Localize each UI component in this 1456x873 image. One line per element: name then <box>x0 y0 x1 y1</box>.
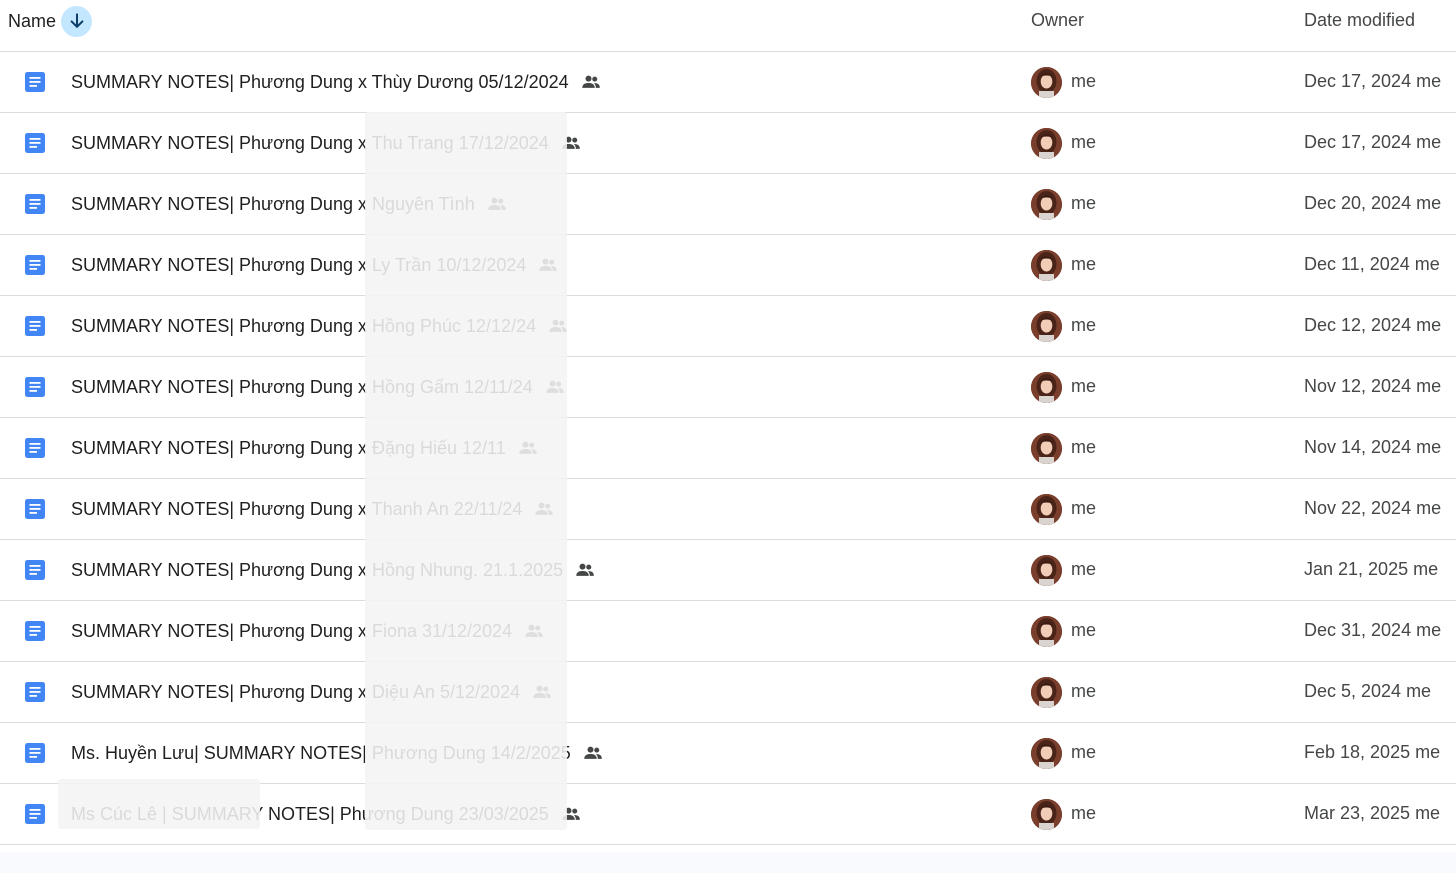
owner-avatar[interactable] <box>1031 616 1062 647</box>
people-icon <box>584 746 602 759</box>
date-modified: Nov 12, 2024 me <box>1304 376 1442 396</box>
date-modified: Mar 23, 2025 me <box>1304 803 1441 823</box>
sort-direction-button[interactable] <box>61 5 93 37</box>
file-row[interactable]: SUMMARY NOTES| Phương Dung x Đặng Hiếu 1… <box>0 418 1456 479</box>
owner-avatar[interactable] <box>1031 555 1062 586</box>
owner-avatar[interactable] <box>1031 189 1062 220</box>
column-header-name[interactable]: Name <box>8 5 93 37</box>
date-modified: Dec 12, 2024 me <box>1304 315 1442 335</box>
google-docs-icon <box>25 804 45 824</box>
file-name: SUMMARY NOTES| Phương Dung x Thùy Dương … <box>71 71 569 92</box>
owner-name: me <box>1071 681 1097 701</box>
owner-avatar[interactable] <box>1031 433 1062 464</box>
file-row[interactable]: SUMMARY NOTES| Phương Dung x Hồng Gấm 12… <box>0 357 1456 418</box>
google-docs-icon <box>25 621 45 641</box>
avatar-photo <box>1031 433 1062 464</box>
avatar-photo <box>1031 372 1062 403</box>
google-docs-icon <box>25 194 45 214</box>
owner-name: me <box>1071 742 1097 762</box>
file-row[interactable]: SUMMARY NOTES| Phương Dung x Ly Trần 10/… <box>0 235 1456 296</box>
avatar-photo <box>1031 189 1062 220</box>
avatar-photo <box>1031 738 1062 769</box>
column-header-owner[interactable]: Owner <box>1031 10 1084 31</box>
redaction-overlay <box>365 112 567 830</box>
people-icon <box>576 563 594 576</box>
owner-avatar[interactable] <box>1031 494 1062 525</box>
avatar-photo <box>1031 616 1062 647</box>
file-row[interactable]: SUMMARY NOTES| Phương Dung x Hồng Phúc 1… <box>0 296 1456 357</box>
date-modified: Dec 17, 2024 me <box>1304 71 1442 91</box>
owner-name: me <box>1071 193 1097 213</box>
list-bottom-edge <box>0 852 1456 873</box>
owner-name: me <box>1071 254 1097 274</box>
avatar-photo <box>1031 677 1062 708</box>
owner-name: me <box>1071 559 1097 579</box>
google-docs-icon <box>25 499 45 519</box>
owner-avatar[interactable] <box>1031 67 1062 98</box>
date-modified: Nov 22, 2024 me <box>1304 498 1442 518</box>
google-docs-icon <box>25 438 45 458</box>
owner-avatar[interactable] <box>1031 250 1062 281</box>
avatar-photo <box>1031 250 1062 281</box>
file-row[interactable]: SUMMARY NOTES| Phương Dung x Thu Trang 1… <box>0 113 1456 174</box>
file-row[interactable]: Ms. Huyền Lưu| SUMMARY NOTES| Phương Dun… <box>0 723 1456 784</box>
file-row[interactable]: SUMMARY NOTES| Phương Dung x Hồng Nhung.… <box>0 540 1456 601</box>
avatar-photo <box>1031 555 1062 586</box>
file-name-cell: SUMMARY NOTES| Phương Dung x Thùy Dương … <box>71 70 601 94</box>
file-list-header: Name Owner Date modified <box>0 0 1456 52</box>
avatar-photo <box>1031 67 1062 98</box>
date-modified: Dec 20, 2024 me <box>1304 193 1442 213</box>
owner-name: me <box>1071 132 1097 152</box>
date-modified: Dec 5, 2024 me <box>1304 681 1432 701</box>
people-icon <box>581 75 600 88</box>
google-docs-icon <box>25 316 45 336</box>
date-modified: Feb 18, 2025 me <box>1304 742 1441 762</box>
owner-avatar[interactable] <box>1031 128 1062 159</box>
google-docs-icon <box>25 255 45 275</box>
avatar-photo <box>1031 128 1062 159</box>
avatar-photo <box>1031 494 1062 525</box>
date-modified: Dec 11, 2024 me <box>1304 254 1440 274</box>
date-modified: Dec 31, 2024 me <box>1304 620 1442 640</box>
file-list-page: Tiến x Phương Dung SUMMARY NOTES| 24.1.2… <box>0 0 1456 873</box>
avatar-photo <box>1031 799 1062 830</box>
google-docs-icon <box>25 560 45 580</box>
date-modified: Nov 14, 2024 me <box>1304 437 1442 457</box>
owner-name: me <box>1071 620 1097 640</box>
file-row[interactable]: SUMMARY NOTES| Phương Dung x Fiona 31/12… <box>0 601 1456 662</box>
owner-avatar[interactable] <box>1031 311 1062 342</box>
owner-name: me <box>1071 498 1097 518</box>
date-modified: Dec 17, 2024 me <box>1304 132 1442 152</box>
google-docs-icon <box>25 377 45 397</box>
file-row[interactable]: SUMMARY NOTES| Phương Dung x Diệu An 5/1… <box>0 662 1456 723</box>
owner-name: me <box>1071 315 1097 335</box>
redaction-overlay <box>58 779 260 829</box>
owner-name: me <box>1071 803 1097 823</box>
owner-avatar[interactable] <box>1031 372 1062 403</box>
owner-avatar[interactable] <box>1031 677 1062 708</box>
date-modified: Jan 21, 2025 me <box>1304 559 1439 579</box>
file-row[interactable]: SUMMARY NOTES| Phương Dung x Thùy Dương … <box>0 52 1456 113</box>
avatar-photo <box>1031 311 1062 342</box>
google-docs-icon <box>25 72 45 92</box>
arrow-down-icon <box>70 13 83 28</box>
owner-name: me <box>1071 71 1097 91</box>
owner-name: me <box>1071 437 1097 457</box>
google-docs-icon <box>25 743 45 763</box>
owner-avatar[interactable] <box>1031 738 1062 769</box>
owner-avatar[interactable] <box>1031 799 1062 830</box>
column-header-name-label: Name <box>8 10 57 31</box>
google-docs-icon <box>25 682 45 702</box>
file-row[interactable]: SUMMARY NOTES| Phương Dung x Thanh An 22… <box>0 479 1456 540</box>
google-docs-icon <box>25 133 45 153</box>
owner-name: me <box>1071 376 1097 396</box>
file-row[interactable]: SUMMARY NOTES| Phương Dung x Nguyên Tình… <box>0 174 1456 235</box>
column-header-date-modified[interactable]: Date modified <box>1304 10 1415 31</box>
